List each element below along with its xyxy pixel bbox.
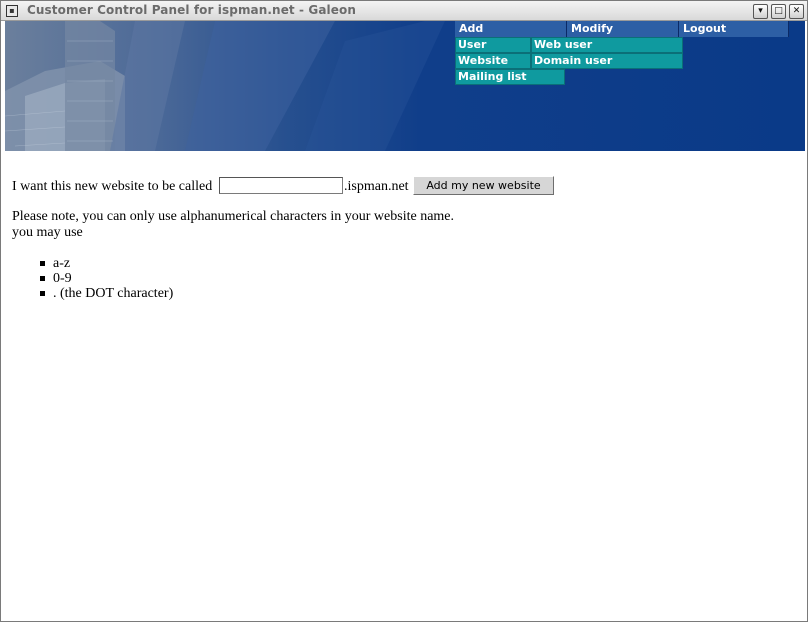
title-bar[interactable]: ▪ Customer Control Panel for ispman.net …	[1, 1, 807, 21]
menu-item-mailing-list[interactable]: Mailing list	[455, 69, 565, 85]
website-name-prompt: I want this new website to be called	[12, 179, 213, 194]
browser-window: ▪ Customer Control Panel for ispman.net …	[0, 0, 808, 622]
list-item: a-z	[40, 256, 173, 271]
menu-item-user[interactable]: User	[455, 37, 531, 53]
menu-item-web-user[interactable]: Web user	[531, 37, 683, 53]
list-item: 0-9	[40, 271, 173, 286]
note-line: Please note, you can only use alphanumer…	[12, 209, 455, 224]
menu-item-domain-user[interactable]: Domain user	[531, 53, 683, 69]
menu-logout[interactable]: Logout	[679, 21, 789, 37]
domain-suffix: .ispman.net	[344, 179, 409, 194]
window-menu-icon[interactable]: ▪	[6, 5, 18, 17]
add-website-button[interactable]: Add my new website	[413, 176, 554, 195]
close-icon[interactable]: ✕	[789, 4, 804, 19]
nav-menu: Add Modify Logout User Website Mailing l…	[455, 21, 805, 91]
maximize-icon[interactable]: □	[771, 4, 786, 19]
window-title: Customer Control Panel for ispman.net - …	[27, 3, 356, 17]
menu-modify[interactable]: Modify	[567, 21, 679, 37]
shade-icon[interactable]: ▾	[753, 4, 768, 19]
note-may-use: you may use	[12, 225, 83, 240]
allowed-characters-list: a-z 0-9 . (the DOT character)	[40, 256, 173, 301]
menu-item-website[interactable]: Website	[455, 53, 531, 69]
list-item: . (the DOT character)	[40, 286, 173, 301]
menu-add[interactable]: Add	[455, 21, 567, 37]
website-name-input[interactable]	[219, 177, 343, 194]
